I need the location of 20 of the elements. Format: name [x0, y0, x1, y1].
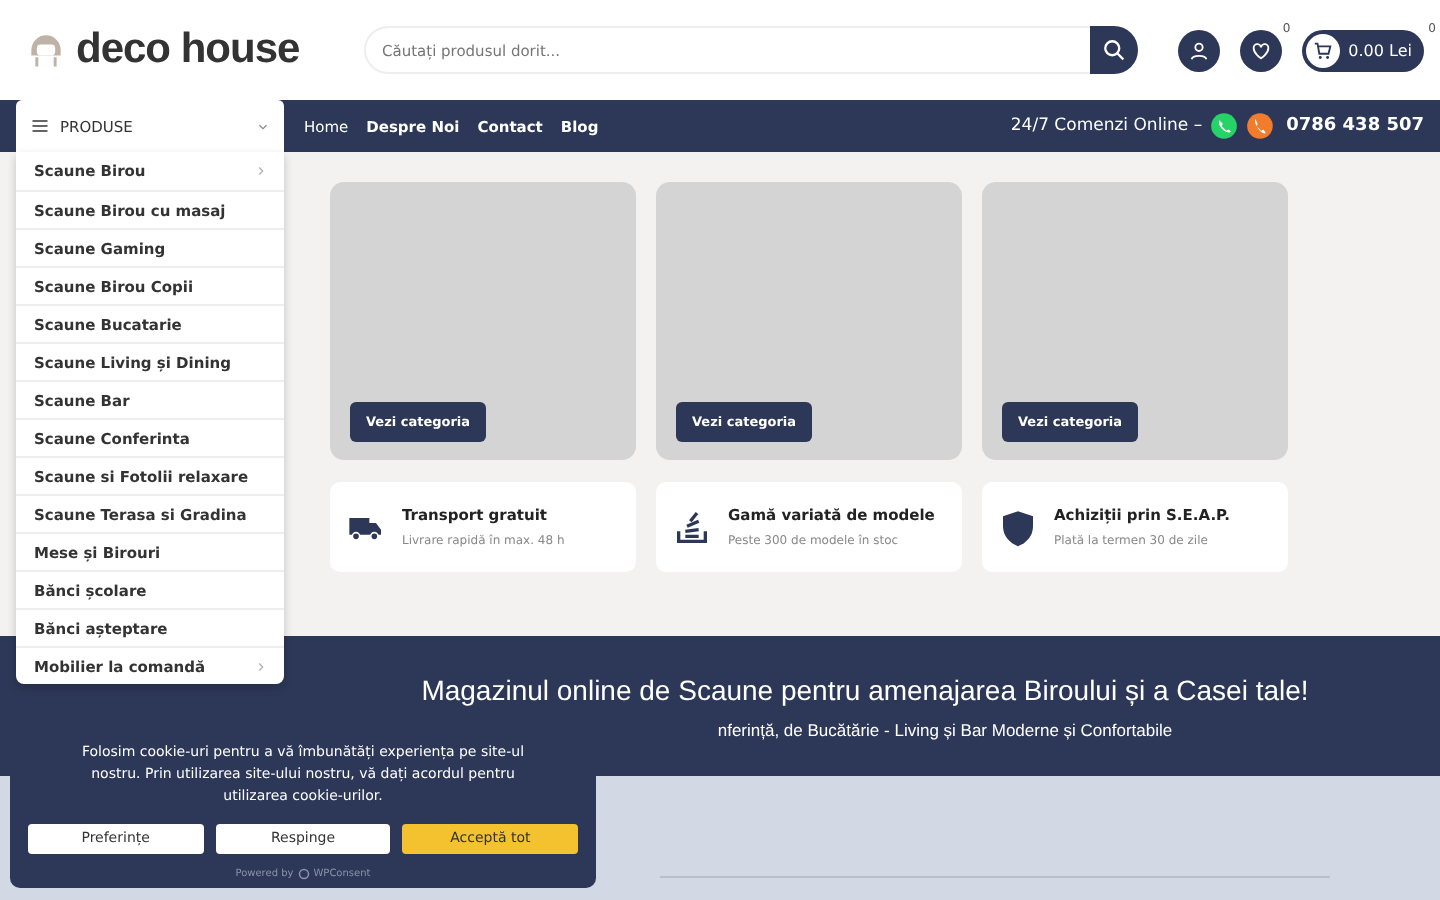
logo-text[interactable]: deco house — [76, 26, 300, 74]
phone-icon[interactable] — [1246, 112, 1275, 140]
user-icon — [1188, 39, 1211, 61]
menu-icon — [30, 116, 50, 136]
search-button[interactable] — [1090, 26, 1138, 74]
chevron-down-icon — [256, 119, 270, 133]
contact-text: 24/7 Comenzi Online – — [1010, 116, 1203, 136]
banner-subtitle: nferință, de Bucătărie - Living și Bar Moderne și Confortabile — [715, 719, 1173, 739]
whatsapp-icon[interactable] — [1210, 112, 1239, 140]
chevron-right-icon — [254, 659, 268, 673]
banner-title: Magazinul online de Scaune pentru amenajarea Biroului și a Casei tale! — [421, 673, 1309, 705]
chevron-right-icon — [254, 164, 268, 178]
search-icon — [1100, 36, 1128, 64]
cart-icon — [1312, 39, 1335, 61]
heart-icon — [1250, 39, 1273, 61]
account-button[interactable] — [1178, 29, 1221, 71]
shield-icon — [998, 507, 1038, 547]
phone-link[interactable]: 0786 438 507 — [1286, 116, 1424, 136]
stack-icon — [672, 507, 712, 547]
consent-logo-icon — [297, 868, 310, 880]
